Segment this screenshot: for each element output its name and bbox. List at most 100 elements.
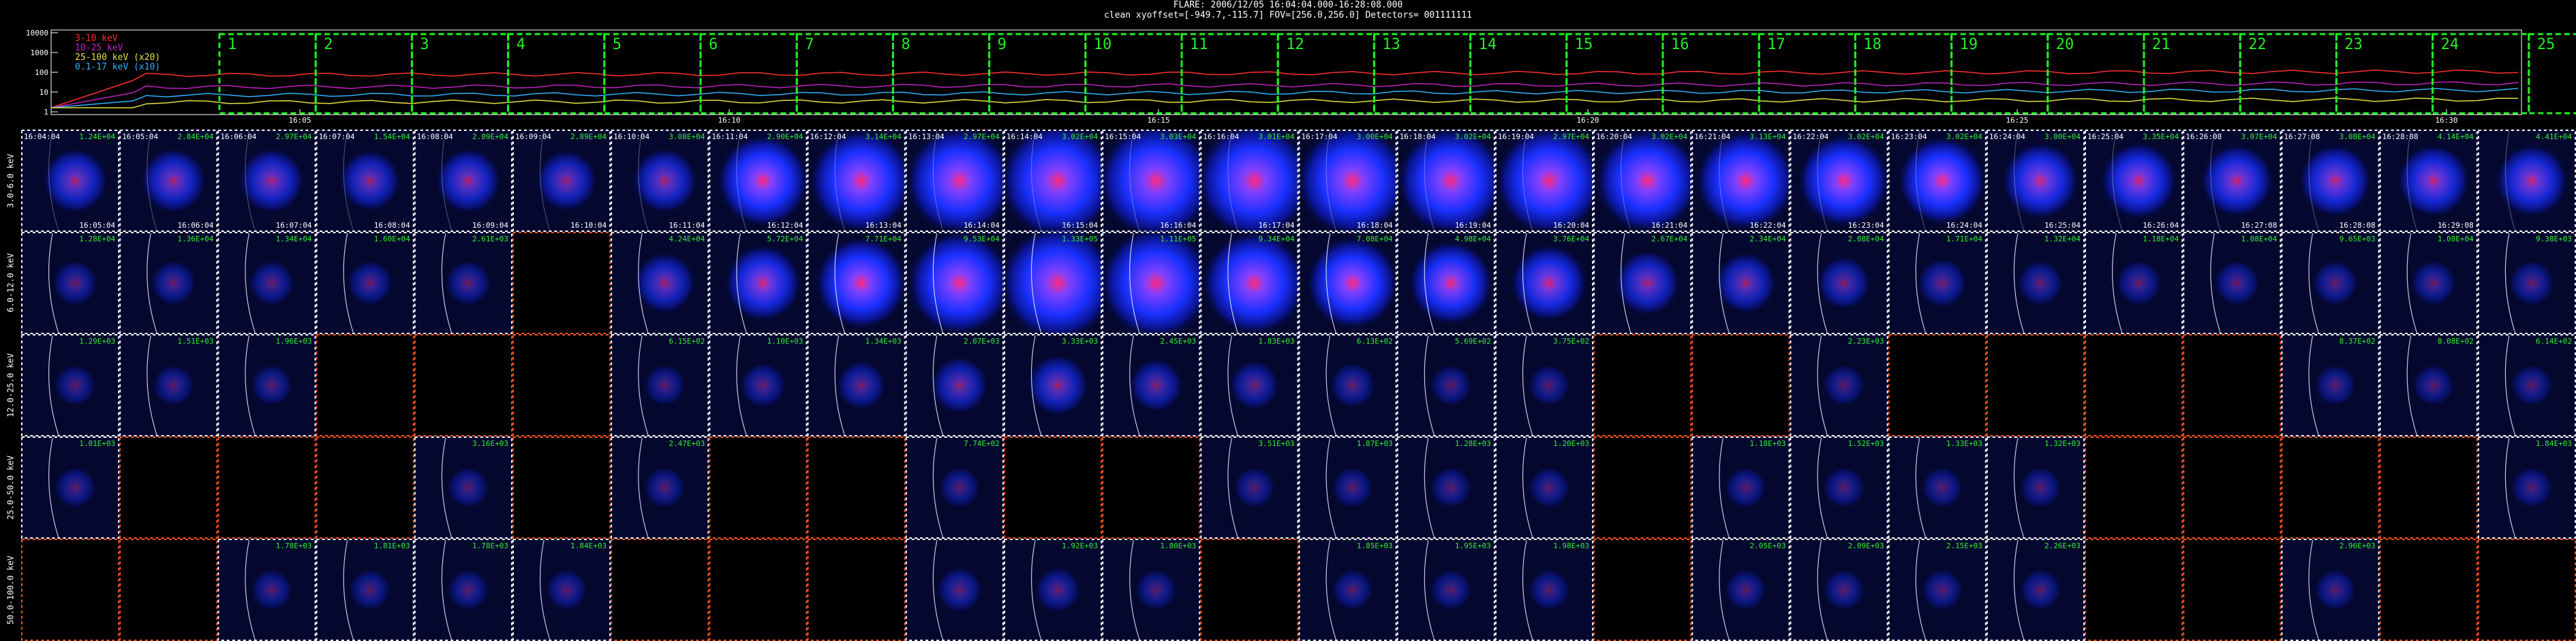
cell-start-time: 16:11:04 [711, 132, 748, 141]
cell-peak-value: 8.37E+02 [2340, 337, 2376, 346]
image-cell: 2.34E+04 [1691, 232, 1790, 334]
interval-number: 13 [1382, 36, 1400, 53]
cell-peak-value: 1.18E+03 [1749, 439, 1785, 448]
cell-peak-value: 1.28E+03 [1455, 439, 1491, 448]
image-cell: 1.71E+04 [1888, 232, 1987, 334]
cell-peak-value: 2.23E+03 [1848, 337, 1884, 346]
cell-peak-value: 6.13E+02 [1357, 337, 1393, 346]
cell-peak-value: 1.80E+03 [1160, 541, 1196, 550]
cell-end-time: 16:26:04 [2143, 221, 2179, 230]
lightcurve-series-line [50, 81, 2519, 108]
image-cell: 1.11E+05 [1099, 226, 1214, 340]
image-cell: 5.72E+04 [709, 232, 808, 334]
cell-peak-value: 2.67E+04 [1651, 235, 1687, 243]
interval-number: 16 [1671, 36, 1689, 53]
cell-peak-value: 1.84E+03 [570, 541, 607, 550]
image-cell [1102, 436, 1201, 539]
cell-peak-value: 3.02E+04 [1062, 132, 1098, 141]
image-cell: 2.96E+03 [2281, 539, 2380, 641]
cell-start-time: 16:09:04 [515, 132, 551, 141]
cell-peak-value: 7.71E+04 [865, 235, 902, 243]
image-cell: 3.08E+04 16:27:08 16:28:08 [2281, 130, 2380, 232]
interval-number: 4 [517, 36, 525, 53]
image-cell [512, 232, 611, 334]
cell-peak-value: 1.24E+04 [79, 132, 115, 141]
lightcurve-xtick-label: 16:30 [2435, 116, 2457, 125]
source-emission [1429, 568, 1473, 612]
cell-background [414, 334, 512, 436]
cell-peak-value: 9.34E+04 [1259, 235, 1295, 243]
image-cell: 1.80E+03 [1102, 539, 1201, 641]
cell-start-time: 16:28:08 [2382, 132, 2419, 141]
cell-background [512, 232, 611, 334]
image-cell: 7.08E+04 [1298, 232, 1400, 334]
cell-end-time: 16:22:04 [1749, 221, 1785, 230]
cell-peak-value: 1.78E+03 [276, 541, 312, 550]
cell-peak-value: 1.34E+04 [276, 235, 312, 243]
image-cell: 2.07E+03 [905, 334, 1004, 436]
cell-peak-value: 3.02E+04 [1848, 132, 1884, 141]
cell-peak-value: 2.05E+03 [1749, 541, 1785, 550]
lightcurve-ytick-label: 10000 [26, 29, 48, 38]
source-emission [1714, 251, 1777, 315]
cell-start-time: 16:26:08 [2186, 132, 2222, 141]
source-emission [1594, 130, 1701, 234]
source-emission [1201, 230, 1308, 336]
image-cell: 3.75E+02 [1494, 334, 1594, 436]
image-cell: 3.01E+04 16:16:04 16:17:04 [1195, 130, 1314, 240]
lightcurve-series-line [51, 98, 2519, 108]
source-emission [1305, 235, 1400, 331]
image-cell [1986, 334, 2085, 436]
source-emission [2001, 141, 2080, 220]
image-cell: 1.29E+03 [21, 334, 120, 436]
cell-peak-value: 3.14E+04 [865, 132, 902, 141]
cell-background [2477, 539, 2576, 641]
source-emission [643, 363, 687, 407]
image-cell: 1.85E+03 [1298, 539, 1397, 641]
lightcurve-xtick-label: 16:20 [1576, 116, 1599, 125]
cell-peak-value: 1.98E+03 [1553, 541, 1589, 550]
source-emission [643, 466, 687, 509]
image-cell [2281, 436, 2380, 539]
image-cell [512, 334, 611, 436]
lightcurve-panel: 10000 1000 100 10 1 16:05 16:10 16:15 16:20 16:25… [0, 0, 2576, 130]
cell-peak-value: 1.33E+03 [1946, 439, 1982, 448]
source-emission [149, 259, 198, 307]
source-emission [1129, 357, 1184, 413]
image-cell: 1.08E+04 [2183, 232, 2282, 334]
cell-peak-value: 2.97E+04 [1553, 132, 1589, 141]
image-cell [611, 539, 709, 641]
image-cell [414, 334, 512, 436]
interval-number: 5 [613, 36, 622, 53]
image-cell [2379, 436, 2478, 539]
source-emission [2017, 259, 2064, 307]
interval-number: 22 [2248, 36, 2267, 53]
energy-row-label: 25.0-50.0 keV [5, 456, 16, 520]
cell-end-time: 16:08:04 [374, 221, 410, 230]
source-emission [1331, 568, 1375, 612]
image-cell [807, 436, 906, 539]
image-cell: 2.26E+03 [1986, 539, 2085, 641]
cell-start-time: 16:14:04 [1007, 132, 1043, 141]
cell-peak-value: 2.61E+03 [472, 235, 508, 243]
image-cell: 1.51E+03 [119, 334, 218, 436]
image-cell: 3.14E+04 16:12:04 16:13:04 [807, 130, 915, 234]
source-emission [51, 259, 99, 307]
lightcurve-ytick-label: 1 [44, 108, 48, 117]
image-cell: 2.23E+03 [1790, 334, 1888, 436]
cell-peak-value: 2.34E+04 [1749, 235, 1785, 243]
cell-background [1593, 334, 1692, 436]
image-cell [316, 436, 414, 539]
image-cell: 3.00E+04 16:24:04 16:25:04 [1986, 130, 2085, 232]
image-cell: 2.08E+04 [1790, 232, 1888, 334]
source-emission [53, 466, 97, 509]
cell-end-time: 16:19:04 [1455, 221, 1491, 230]
image-cell: 3.76E+04 [1494, 232, 1594, 334]
interval-number: 18 [1863, 36, 1882, 53]
source-emission [1229, 359, 1281, 411]
cell-peak-value: 2.90E+04 [767, 132, 803, 141]
cell-end-time: 16:14:04 [964, 221, 1000, 230]
cell-peak-value: 4.24E+04 [669, 235, 705, 243]
cell-end-time: 16:27:08 [2241, 221, 2277, 230]
source-emission [1822, 568, 1866, 612]
